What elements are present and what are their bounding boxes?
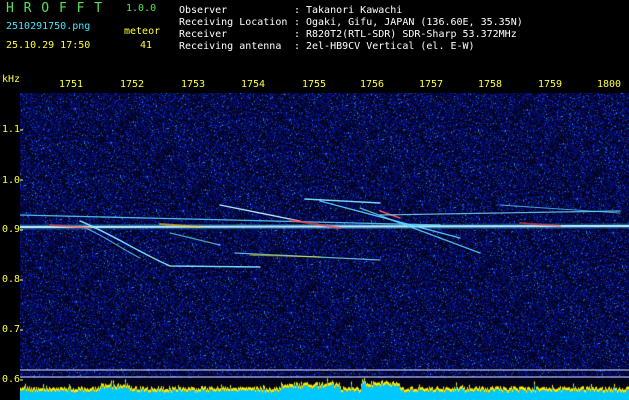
antenna-label: Receiving antenna <box>179 41 282 52</box>
meteor-echoes <box>20 198 629 268</box>
frequency-tick-marks <box>20 129 23 381</box>
image-filename: 2510291750.png <box>6 21 91 32</box>
location-separator: : <box>294 17 301 28</box>
frequency-tick: 1.1 <box>2 124 21 135</box>
location-label: Receiving Location <box>179 17 288 28</box>
time-tick: 1757 <box>419 79 444 90</box>
antenna-value: 2el-HB9CV Vertical (el. E-W) <box>306 41 475 52</box>
app-version: 1.0.0 <box>126 3 157 14</box>
meteor-echo <box>79 225 141 259</box>
time-tick: 1751 <box>59 79 84 90</box>
hroft-window: H R O F F T 1.0.0 2510291750.png meteor … <box>0 0 629 400</box>
frequency-unit-label: kHz <box>2 74 21 85</box>
meteor-echo <box>219 204 301 222</box>
meteor-count: 41 <box>140 40 153 51</box>
frequency-tick: 0.6 <box>2 374 21 385</box>
meteor-echo <box>169 232 221 246</box>
time-tick: 1756 <box>360 79 385 90</box>
meteor-echo <box>304 198 381 204</box>
spectrogram-overlay <box>20 129 629 381</box>
location-value: Ogaki, Gifu, JAPAN (136.60E, 35.35N) <box>306 17 523 28</box>
receiver-label: Receiver <box>179 29 228 40</box>
receiver-separator: : <box>294 29 301 40</box>
observer-value: Takanori Kawachi <box>306 5 403 16</box>
capture-datetime: 25.10.29 17:50 <box>6 40 91 51</box>
time-tick: 1800 <box>597 79 622 90</box>
time-tick: 1753 <box>181 79 206 90</box>
receiver-value: R820T2(RTL-SDR) SDR-Sharp 53.372MHz <box>306 29 517 40</box>
frequency-tick: 0.9 <box>2 224 21 235</box>
meteor-echo <box>379 210 621 216</box>
time-tick: 1752 <box>120 79 145 90</box>
app-title: H R O F F T <box>6 1 104 16</box>
meteor-label: meteor <box>124 26 161 37</box>
time-tick: 1755 <box>302 79 327 90</box>
time-tick: 1754 <box>241 79 266 90</box>
time-tick: 1759 <box>538 79 563 90</box>
frequency-tick: 0.7 <box>2 324 21 335</box>
antenna-separator: : <box>294 41 301 52</box>
frequency-tick: 0.8 <box>2 274 21 285</box>
observer-separator: : <box>294 5 301 16</box>
time-tick: 1758 <box>478 79 503 90</box>
frequency-tick: 1.0 <box>2 175 21 186</box>
observer-label: Observer <box>179 5 228 16</box>
